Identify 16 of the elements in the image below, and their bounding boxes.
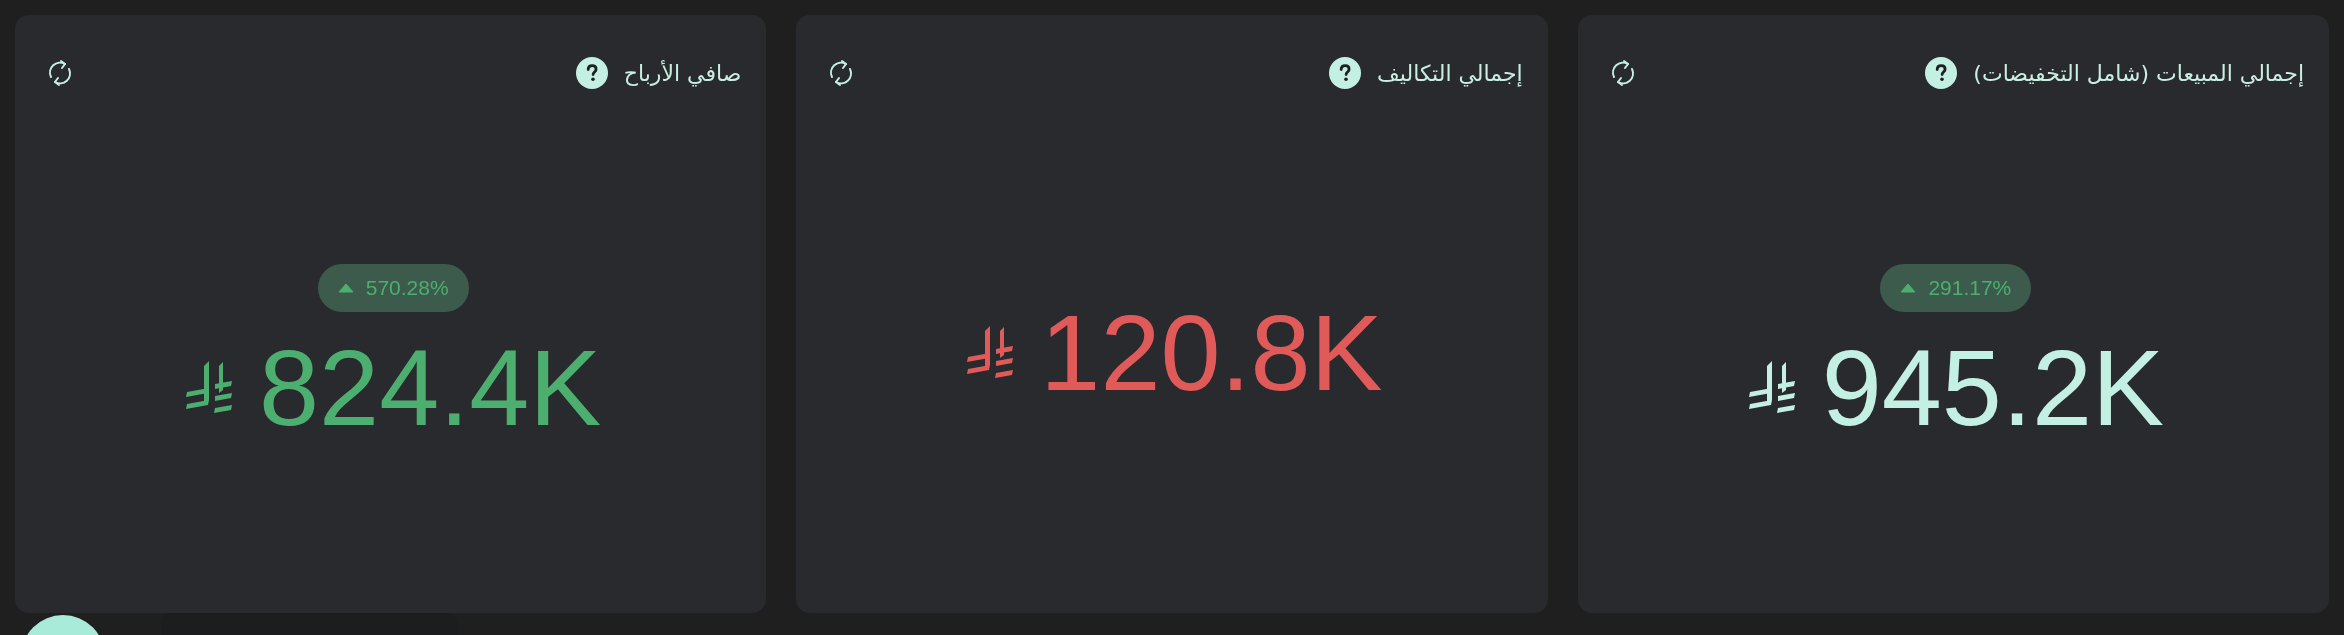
trend-badge: 570.28%	[317, 264, 469, 312]
help-icon[interactable]	[1925, 57, 1958, 89]
card-title: إجمالي التكاليف	[1377, 59, 1523, 89]
currency-icon	[1747, 359, 1796, 416]
up-arrow-icon	[1900, 283, 1917, 293]
currency-icon	[966, 325, 1015, 381]
currency-icon	[185, 359, 234, 416]
help-icon[interactable]	[1329, 57, 1362, 89]
metric-value: 120.8K	[1040, 299, 1383, 407]
card-title: صافي الأرباح	[623, 59, 742, 89]
metric-value: 945.2K	[1821, 333, 2164, 442]
card-title: إجمالي المبيعات (شامل التخفيضات)	[1973, 59, 2304, 89]
help-icon[interactable]	[575, 57, 608, 89]
trend-badge: 291.17%	[1880, 264, 2032, 312]
up-arrow-icon	[337, 283, 354, 293]
metric-value: 824.4K	[259, 333, 602, 442]
